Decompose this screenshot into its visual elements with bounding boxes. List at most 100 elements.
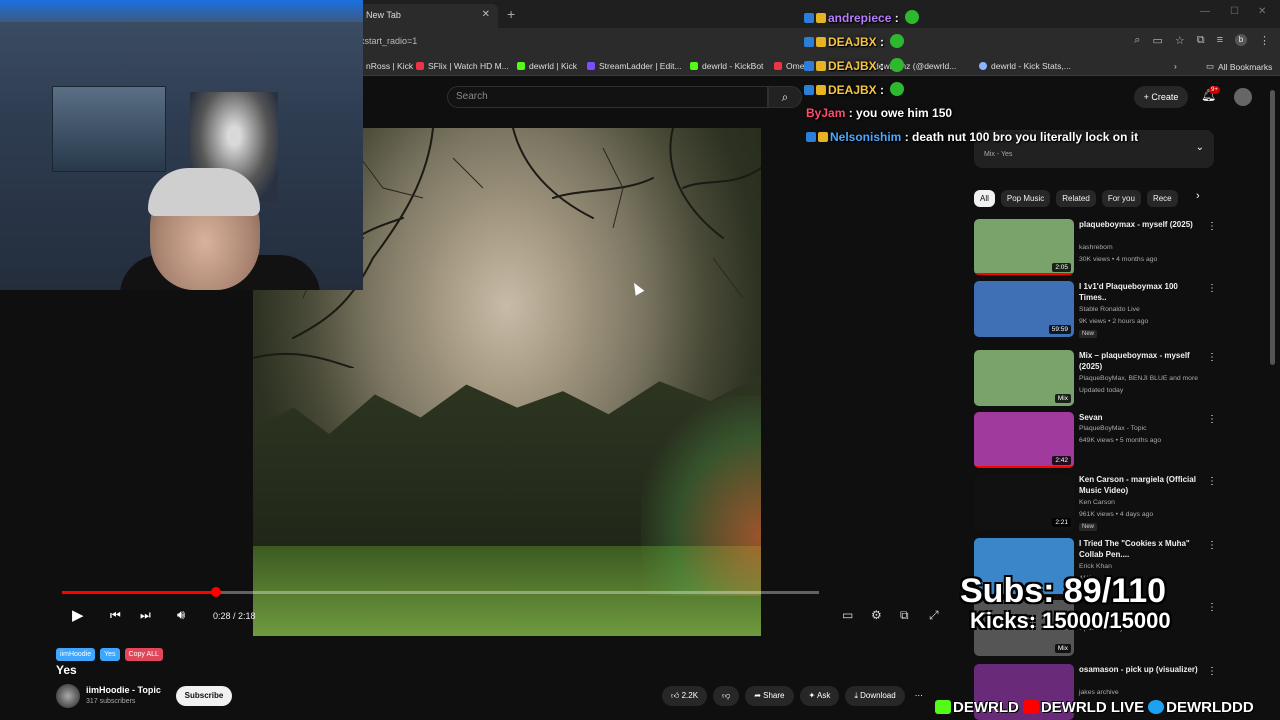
progress-scrubber[interactable]: [210, 587, 221, 597]
bookmark-item[interactable]: dewrld | Kick: [517, 61, 577, 71]
related-channel[interactable]: Erick Khan: [1079, 563, 1112, 570]
search-input[interactable]: Search: [447, 86, 768, 108]
browser-tab[interactable]: New Tab ✕: [358, 4, 498, 28]
bookmark-star-icon[interactable]: ☆: [1175, 34, 1185, 47]
chevron-right-icon[interactable]: ›: [1196, 190, 1200, 202]
play-icon[interactable]: ▶: [72, 606, 84, 624]
more-options-icon[interactable]: ⋮: [1207, 476, 1217, 487]
share-button[interactable]: ➦ Share: [745, 686, 794, 706]
related-channel[interactable]: Ken Carson: [1079, 499, 1115, 506]
related-video-item[interactable]: 2:42 Sevan PlaqueBoyMax - Topic 649K views …: [974, 412, 1219, 470]
chat-username[interactable]: andrepiece: [828, 11, 891, 25]
chat-username[interactable]: DEAJBX: [828, 59, 877, 73]
related-title[interactable]: Mix – plaqueboymax - myself (2025): [1079, 350, 1207, 372]
video-thumbnail[interactable]: 2:42: [974, 412, 1074, 468]
chat-username[interactable]: ByJam: [806, 106, 845, 120]
related-channel[interactable]: kashrebom: [1079, 244, 1113, 251]
chip-pop-music[interactable]: Pop Music: [1000, 190, 1051, 207]
more-options-icon[interactable]: ⋮: [1207, 540, 1217, 551]
miniplayer-icon[interactable]: ⧉: [900, 608, 909, 623]
bookmark-item[interactable]: dewrld - KickBot: [690, 61, 763, 71]
chat-username[interactable]: DEAJBX: [828, 83, 877, 97]
account-avatar[interactable]: [1234, 88, 1252, 106]
related-channel[interactable]: PlaqueBoyMax, BENJI BLUE and more: [1079, 375, 1198, 382]
profile-avatar[interactable]: b: [1235, 34, 1247, 46]
channel-avatar[interactable]: [56, 684, 80, 708]
more-options-icon[interactable]: ⋮: [1207, 283, 1217, 294]
bookmark-item[interactable]: SFlix | Watch HD M...: [416, 61, 509, 71]
like-button[interactable]: 👍︎ 2.2K: [662, 686, 708, 706]
download-button[interactable]: ⤓ Download: [845, 686, 905, 706]
dislike-button[interactable]: 👎︎: [713, 686, 740, 706]
chat-colon: :: [845, 106, 857, 120]
more-options-icon[interactable]: ⋮: [1207, 602, 1217, 613]
search-button[interactable]: ⌕: [768, 86, 802, 108]
previous-icon[interactable]: ⏮︎: [110, 608, 121, 623]
ask-button[interactable]: ✦ Ask: [799, 686, 840, 706]
bookmark-item[interactable]: Ome: [774, 61, 804, 71]
channel-name[interactable]: iimHoodie - Topic: [86, 685, 161, 695]
related-title[interactable]: plaqueboymax - myself (2025): [1079, 219, 1207, 230]
settings-gear-icon[interactable]: ⚙: [871, 608, 882, 622]
zoom-icon[interactable]: ⌕: [1134, 34, 1140, 47]
bookmark-item[interactable]: nRoss | Kick: [366, 61, 413, 71]
bookmark-item[interactable]: dewrld - Kick Stats,...: [979, 61, 1071, 71]
volume-icon[interactable]: 🔊︎: [177, 607, 185, 623]
related-title[interactable]: Sevan: [1079, 412, 1207, 423]
related-video-item[interactable]: Mix Mix – plaqueboymax - myself (2025) Pla…: [974, 350, 1219, 408]
social-twitter: DEWRLDDD: [1148, 699, 1254, 716]
minimize-icon[interactable]: —: [1200, 6, 1210, 17]
close-tab-icon[interactable]: ✕: [482, 9, 490, 20]
video-thumbnail[interactable]: 59:59: [974, 281, 1074, 337]
progress-bar[interactable]: [62, 587, 819, 597]
related-title[interactable]: Ken Carson - margiela (Official Music Vi…: [1079, 474, 1207, 496]
chevron-down-icon[interactable]: ⌄: [1196, 142, 1204, 153]
extensions-icon[interactable]: ⧉: [1197, 34, 1205, 47]
more-options-icon[interactable]: ⋮: [1207, 666, 1217, 677]
video-thumbnail[interactable]: Mix: [974, 350, 1074, 406]
all-bookmarks[interactable]: ▭ All Bookmarks: [1206, 61, 1272, 72]
related-video-item[interactable]: 59:59 I 1v1'd Plaqueboymax 100 Times.. Sta…: [974, 281, 1219, 339]
chip-for-you[interactable]: For you: [1101, 190, 1141, 207]
video-thumbnail[interactable]: 2:05: [974, 219, 1074, 275]
tag-chip[interactable]: Yes: [100, 648, 120, 661]
tag-chip[interactable]: iimHoodie: [56, 648, 96, 661]
close-window-icon[interactable]: ✕: [1258, 6, 1266, 17]
chip-related[interactable]: Related: [1056, 190, 1096, 207]
video-actions: 👍︎ 2.2K 👎︎ ➦ Share ✦ Ask ⤓ Download ⋯: [662, 686, 927, 706]
create-button[interactable]: + Create: [1134, 86, 1188, 108]
next-icon[interactable]: ⏭︎: [140, 608, 151, 623]
video-thumbnail[interactable]: 2:21: [974, 474, 1074, 530]
related-video-item[interactable]: 2:05 plaqueboymax - myself (2025) kashrebo…: [974, 219, 1219, 277]
tab-search-icon[interactable]: ≡: [1217, 34, 1223, 47]
subtitles-icon[interactable]: ▭: [842, 608, 853, 622]
chip-all[interactable]: All: [974, 190, 995, 207]
scrollbar[interactable]: [1270, 90, 1275, 365]
related-title[interactable]: I 1v1'd Plaqueboymax 100 Times..: [1079, 281, 1207, 303]
chip-recent[interactable]: Rece: [1146, 190, 1178, 207]
url-text[interactable]: xstart_radio=1: [360, 36, 417, 46]
related-title[interactable]: I Tried The "Cookies x Muha" Collab Pen.…: [1079, 538, 1207, 560]
new-tab-icon[interactable]: +: [507, 6, 515, 22]
tag-chip[interactable]: Copy ALL: [124, 648, 163, 661]
subscribe-button[interactable]: Subscribe: [176, 686, 232, 706]
more-options-icon[interactable]: ⋮: [1207, 352, 1217, 363]
address-bar-icons: ⌕ ▭ ☆ ⧉ ≡ b ⋮: [1134, 34, 1270, 47]
fullscreen-icon[interactable]: ⤢: [929, 608, 939, 623]
cast-icon[interactable]: ▭: [1152, 34, 1162, 47]
more-options-icon[interactable]: ⋮: [1207, 414, 1217, 425]
bookmark-item[interactable]: StreamLadder | Edit...: [587, 61, 682, 71]
related-video-item[interactable]: 2:21 Ken Carson - margiela (Official Musi…: [974, 474, 1219, 532]
chat-username[interactable]: Nelsonishim: [830, 130, 901, 144]
bookmarks-overflow-icon[interactable]: ›: [1174, 61, 1177, 71]
related-title[interactable]: osamason - pick up (visualizer): [1079, 664, 1207, 675]
menu-icon[interactable]: ⋮: [1259, 34, 1270, 47]
more-actions-icon[interactable]: ⋯: [911, 686, 927, 706]
sub-badge-icon: [816, 37, 826, 47]
related-channel[interactable]: PlaqueBoyMax - Topic: [1079, 425, 1147, 432]
related-channel[interactable]: Stable Ronaldo Live: [1079, 306, 1140, 313]
more-options-icon[interactable]: ⋮: [1207, 221, 1217, 232]
chat-username[interactable]: DEAJBX: [828, 35, 877, 49]
maximize-icon[interactable]: ☐: [1230, 6, 1239, 17]
related-channel[interactable]: jakes archive: [1079, 689, 1119, 696]
